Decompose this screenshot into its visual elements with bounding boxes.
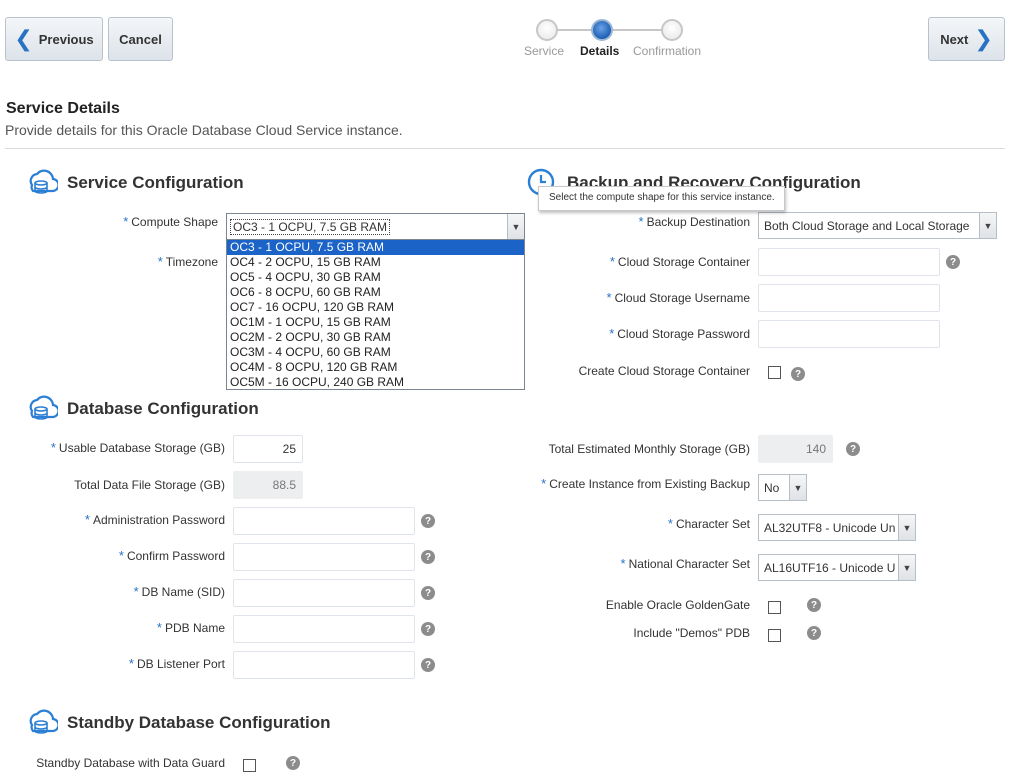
cancel-label: Cancel: [119, 31, 162, 47]
help-icon[interactable]: ?: [946, 255, 960, 269]
help-icon[interactable]: ?: [791, 367, 805, 381]
page-subtitle: Provide details for this Oracle Database…: [5, 122, 403, 138]
compute-shape-option[interactable]: OC6 - 8 OCPU, 60 GB RAM: [227, 285, 524, 300]
compute-shape-option[interactable]: OC2M - 2 OCPU, 30 GB RAM: [227, 330, 524, 345]
help-icon[interactable]: ?: [846, 442, 860, 456]
monthly-storage-label: Total Estimated Monthly Storage (GB): [548, 442, 750, 456]
db-name-label: * DB Name (SID): [133, 584, 225, 599]
ncharset-label: * National Character Set: [620, 556, 750, 571]
total-data-storage-label: Total Data File Storage (GB): [74, 478, 225, 492]
compute-shape-option[interactable]: OC3 - 1 OCPU, 7.5 GB RAM: [227, 240, 524, 255]
listener-port-label: * DB Listener Port: [128, 656, 225, 671]
ncharset-value: AL16UTF16 - Unicode U: [764, 560, 896, 575]
cloud-storage-container-input[interactable]: [758, 248, 940, 276]
timezone-label: * Timezone: [157, 254, 218, 269]
database-config-heading: Database Configuration: [67, 399, 259, 418]
cloud-database-icon: [29, 169, 58, 194]
compute-shape-select[interactable]: OC3 - 1 OCPU, 7.5 GB RAM ▼: [226, 213, 525, 240]
train-step-service-dot[interactable]: [536, 19, 558, 41]
help-icon[interactable]: ?: [286, 756, 300, 770]
compute-shape-option[interactable]: OC5 - 4 OCPU, 30 GB RAM: [227, 270, 524, 285]
compute-shape-option[interactable]: OC1M - 1 OCPU, 15 GB RAM: [227, 315, 524, 330]
train-step-confirmation-dot[interactable]: [661, 19, 683, 41]
create-container-checkbox[interactable]: [768, 366, 781, 379]
dataguard-checkbox[interactable]: [243, 759, 256, 772]
service-config-heading: Service Configuration: [67, 173, 244, 192]
previous-button[interactable]: ❮ Previous: [5, 17, 103, 61]
demos-pdb-label: Include "Demos" PDB: [633, 626, 750, 640]
train-step-details-dot[interactable]: [591, 19, 613, 41]
train-connector: [556, 29, 596, 31]
compute-shape-option[interactable]: OC5M - 16 OCPU, 240 GB RAM: [227, 375, 524, 390]
compute-shape-option[interactable]: OC7 - 16 OCPU, 120 GB RAM: [227, 300, 524, 315]
help-icon[interactable]: ?: [807, 598, 821, 612]
cancel-button[interactable]: Cancel: [108, 17, 173, 61]
backup-destination-value: Both Cloud Storage and Local Storage: [764, 218, 970, 233]
admin-password-input[interactable]: [233, 507, 415, 535]
header-divider: [5, 148, 1005, 149]
total-data-storage-value: 88.5: [233, 471, 303, 499]
usable-storage-label: * Usable Database Storage (GB): [50, 440, 225, 455]
help-icon[interactable]: ?: [421, 622, 435, 636]
train-connector: [612, 29, 664, 31]
chevron-down-icon[interactable]: ▼: [789, 475, 806, 500]
monthly-storage-value: 140: [758, 435, 833, 463]
chevron-left-icon: ❮: [14, 26, 33, 51]
usable-storage-input[interactable]: 25: [233, 435, 303, 463]
train-step-service[interactable]: Service: [524, 44, 564, 58]
backup-destination-select[interactable]: Both Cloud Storage and Local Storage ▼: [758, 212, 997, 239]
compute-shape-option[interactable]: OC4 - 2 OCPU, 15 GB RAM: [227, 255, 524, 270]
help-icon[interactable]: ?: [807, 626, 821, 640]
compute-shape-option[interactable]: OC3M - 4 OCPU, 60 GB RAM: [227, 345, 524, 360]
next-label: Next: [940, 31, 969, 47]
chevron-right-icon: ❯: [974, 26, 993, 51]
from-backup-select[interactable]: No ▼: [758, 474, 807, 501]
cloud-storage-username-label: * Cloud Storage Username: [606, 290, 750, 305]
demos-pdb-checkbox[interactable]: [768, 629, 781, 642]
create-container-label: Create Cloud Storage Container: [578, 364, 750, 378]
next-button[interactable]: Next ❯: [928, 17, 1005, 61]
chevron-down-icon[interactable]: ▼: [507, 214, 524, 239]
help-icon[interactable]: ?: [421, 514, 435, 528]
backup-destination-label: * Backup Destination: [638, 214, 750, 229]
db-name-input[interactable]: [233, 579, 415, 607]
charset-value: AL32UTF8 - Unicode Un: [764, 520, 896, 535]
previous-label: Previous: [38, 31, 94, 47]
help-icon[interactable]: ?: [421, 658, 435, 672]
charset-label: * Character Set: [667, 516, 750, 531]
chevron-down-icon[interactable]: ▼: [898, 515, 915, 540]
pdb-name-input[interactable]: [233, 615, 415, 643]
goldengate-label: Enable Oracle GoldenGate: [605, 598, 750, 612]
help-icon[interactable]: ?: [421, 550, 435, 564]
cloud-storage-password-label: * Cloud Storage Password: [609, 326, 750, 341]
cloud-storage-password-input[interactable]: [758, 320, 940, 348]
cloud-database-icon: [29, 709, 58, 734]
pdb-name-label: * PDB Name: [156, 620, 225, 635]
standby-config-heading: Standby Database Configuration: [67, 713, 331, 732]
confirm-password-label: * Confirm Password: [118, 548, 225, 563]
dataguard-label: Standby Database with Data Guard: [36, 756, 225, 770]
cloud-database-icon: [29, 395, 58, 420]
cloud-storage-username-input[interactable]: [758, 284, 940, 312]
confirm-password-input[interactable]: [233, 543, 415, 571]
from-backup-value: No: [764, 480, 780, 495]
ncharset-select[interactable]: AL16UTF16 - Unicode U ▼: [758, 554, 916, 581]
compute-shape-value: OC3 - 1 OCPU, 7.5 GB RAM: [230, 218, 391, 235]
compute-shape-label: * Compute Shape: [123, 214, 218, 229]
charset-select[interactable]: AL32UTF8 - Unicode Un ▼: [758, 514, 916, 541]
cloud-storage-container-label: * Cloud Storage Container: [609, 254, 750, 269]
goldengate-checkbox[interactable]: [768, 601, 781, 614]
compute-shape-option[interactable]: OC4M - 8 OCPU, 120 GB RAM: [227, 360, 524, 375]
help-icon[interactable]: ?: [421, 586, 435, 600]
compute-shape-tooltip: Select the compute shape for this servic…: [538, 186, 785, 211]
compute-shape-dropdown[interactable]: OC3 - 1 OCPU, 7.5 GB RAM OC4 - 2 OCPU, 1…: [226, 239, 525, 390]
train-step-confirmation[interactable]: Confirmation: [633, 44, 701, 58]
admin-password-label: * Administration Password: [84, 512, 225, 527]
chevron-down-icon[interactable]: ▼: [979, 213, 996, 238]
from-backup-label: * Create Instance from Existing Backup: [541, 476, 750, 491]
page-title: Service Details: [6, 100, 120, 117]
train-step-details[interactable]: Details: [580, 44, 619, 58]
listener-port-input[interactable]: [233, 651, 415, 679]
chevron-down-icon[interactable]: ▼: [898, 555, 915, 580]
